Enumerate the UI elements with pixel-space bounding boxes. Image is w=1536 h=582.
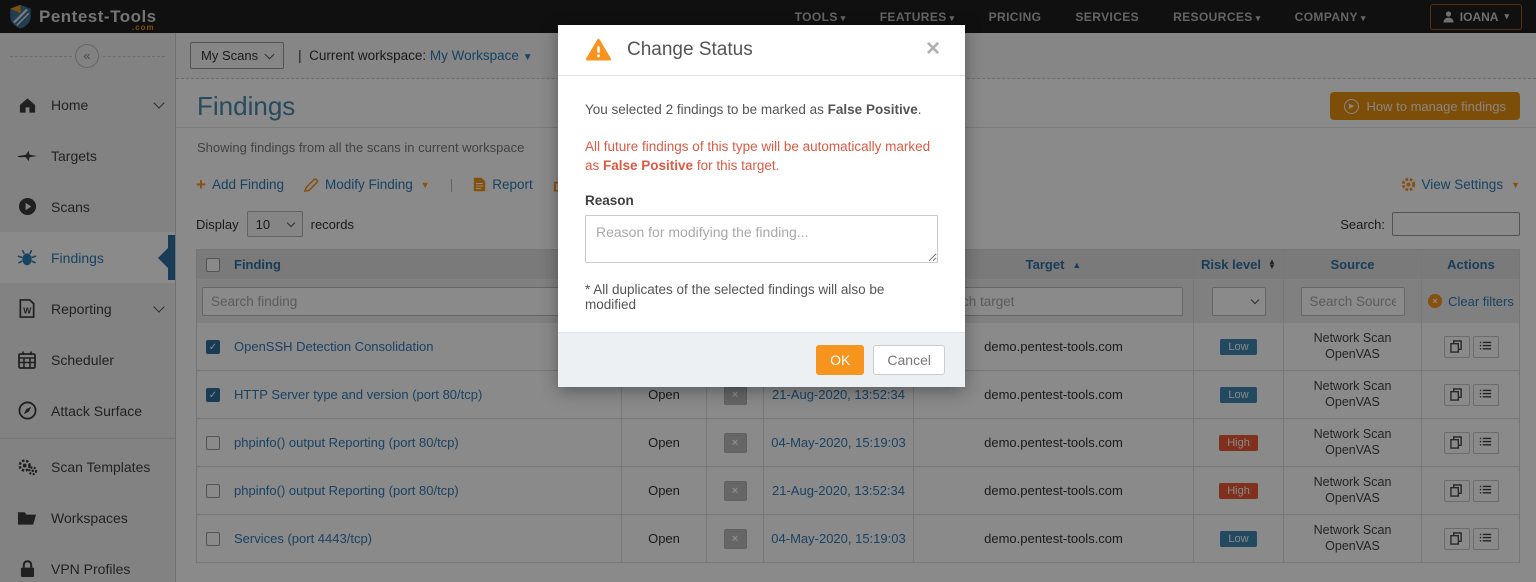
modal-title: Change Status <box>627 39 753 61</box>
change-status-modal: Change Status × You selected 2 findings … <box>558 25 965 387</box>
modal-footer: OK Cancel <box>558 332 965 387</box>
reason-textarea[interactable] <box>585 215 938 263</box>
app-root: Pentest-Tools.com TOOLS▾ FEATURES▾ PRICI… <box>0 0 1536 582</box>
modal-body: You selected 2 findings to be marked as … <box>558 76 965 332</box>
selection-message: You selected 2 findings to be marked as … <box>585 100 938 120</box>
auto-mark-warning: All future findings of this type will be… <box>585 137 938 176</box>
modal-header: Change Status × <box>558 25 965 76</box>
ok-button[interactable]: OK <box>816 345 864 375</box>
warning-triangle-icon <box>585 38 612 62</box>
reason-label: Reason <box>585 193 938 208</box>
duplicates-note: * All duplicates of the selected finding… <box>585 282 938 312</box>
close-icon[interactable]: × <box>926 37 940 61</box>
cancel-button[interactable]: Cancel <box>873 345 945 375</box>
